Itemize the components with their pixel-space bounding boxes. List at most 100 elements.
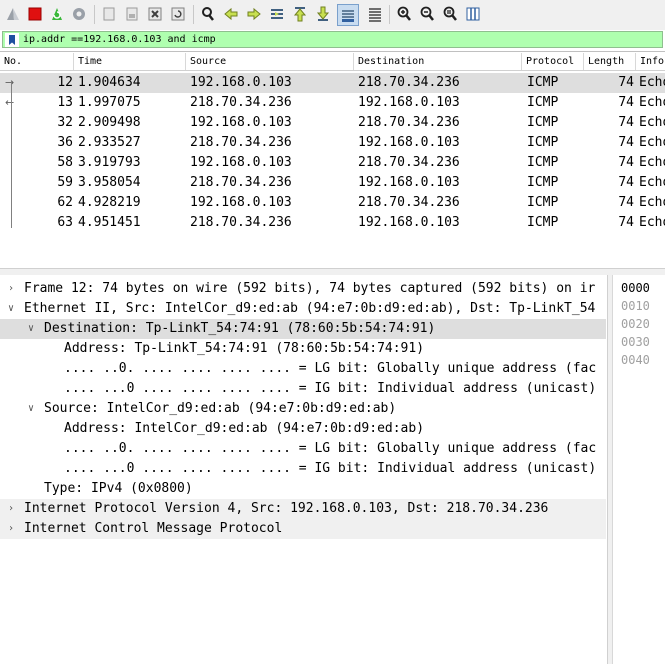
packet-row[interactable]: 62 4.928219 192.168.0.103 218.70.34.236 ICMP… — [0, 193, 665, 213]
packet-row[interactable]: 13 1.997075 218.70.34.236 192.168.0.103 ICMP… — [0, 93, 665, 113]
packet-row[interactable]: 32 2.909498 192.168.0.103 218.70.34.236 ICMP… — [0, 113, 665, 133]
bytes-offset: 0020 — [621, 317, 650, 331]
packet-source: 218.70.34.236 — [190, 175, 292, 190]
packet-time: 2.909498 — [78, 115, 141, 130]
options-gear-icon[interactable] — [70, 5, 88, 23]
column-header-no[interactable]: No. — [0, 53, 74, 70]
zoom-out-icon[interactable] — [418, 5, 436, 23]
packet-protocol: ICMP — [527, 155, 559, 170]
packet-destination: 192.168.0.103 — [358, 135, 460, 150]
detail-tree-item[interactable]: › Internet Protocol Version 4, Src: 192.1… — [0, 499, 606, 519]
packet-details: › Frame 12: 74 bytes on wire (592 bits), … — [0, 275, 608, 664]
packet-row[interactable]: 36 2.933527 218.70.34.236 192.168.0.103 ICMP… — [0, 133, 665, 153]
packet-time: 1.904634 — [78, 75, 141, 90]
zoom-normal-icon[interactable] — [441, 5, 459, 23]
stop-icon[interactable] — [26, 5, 44, 23]
packet-protocol: ICMP — [527, 135, 559, 150]
packet-info: Echo — [639, 175, 665, 190]
column-header-info[interactable]: Info — [636, 53, 665, 70]
detail-tree-label: Ethernet II, Src: IntelCor_d9:ed:ab (94:… — [24, 301, 596, 316]
packet-row[interactable]: 58 3.919793 192.168.0.103 218.70.34.236 ICMP… — [0, 153, 665, 173]
detail-tree-item[interactable]: › Internet Control Message Protocol — [0, 519, 606, 539]
collapsed-arrow-icon[interactable]: › — [4, 519, 18, 539]
detail-tree-item[interactable]: Type: IPv4 (0x0800) — [0, 479, 606, 499]
bytes-offset: 0030 — [621, 335, 650, 349]
detail-tree-item[interactable]: › Frame 12: 74 bytes on wire (592 bits), … — [0, 279, 606, 299]
packet-source: 218.70.34.236 — [190, 135, 292, 150]
packet-info: Echo — [639, 155, 665, 170]
detail-tree-item[interactable]: ∨ Ethernet II, Src: IntelCor_d9:ed:ab (94… — [0, 299, 606, 319]
first-packet-icon[interactable] — [291, 5, 309, 23]
auto-scroll-icon[interactable] — [337, 4, 359, 26]
detail-tree-item[interactable]: .... ...0 .... .... .... .... = IG bit: … — [0, 379, 606, 399]
filter-bookmark-icon[interactable] — [5, 33, 19, 47]
find-icon[interactable] — [199, 5, 217, 23]
collapsed-arrow-icon[interactable]: › — [4, 279, 18, 299]
request-arrow-icon: → — [5, 76, 15, 89]
collapsed-arrow-icon[interactable]: › — [4, 499, 18, 519]
last-packet-icon[interactable] — [314, 5, 332, 23]
open-file-icon[interactable] — [100, 5, 118, 23]
packet-source: 192.168.0.103 — [190, 75, 292, 90]
packet-list: No. Time Source Destination Protocol Len… — [0, 53, 665, 270]
detail-tree-item[interactable]: .... ..0. .... .... .... .... = LG bit: … — [0, 439, 606, 459]
packet-info: Echo — [639, 195, 665, 210]
packet-protocol: ICMP — [527, 95, 559, 110]
expanded-arrow-icon[interactable]: ∨ — [4, 299, 18, 319]
display-filter-input[interactable]: ip.addr ==192.168.0.103 and icmp — [2, 31, 663, 48]
detail-tree-label: .... ..0. .... .... .... .... = LG bit: … — [64, 361, 597, 376]
packet-destination: 218.70.34.236 — [358, 115, 460, 130]
column-header-destination[interactable]: Destination — [354, 53, 522, 70]
packet-info: Echo — [639, 115, 665, 130]
detail-tree-item[interactable]: .... ..0. .... .... .... .... = LG bit: … — [0, 359, 606, 379]
colorize-icon[interactable] — [366, 5, 384, 23]
detail-tree-item[interactable]: Address: Tp-LinkT_54:74:91 (78:60:5b:54:… — [0, 339, 606, 359]
detail-tree-label: Destination: Tp-LinkT_54:74:91 (78:60:5b… — [44, 321, 436, 336]
resize-columns-icon[interactable] — [464, 5, 482, 23]
packet-destination: 218.70.34.236 — [358, 155, 460, 170]
packet-row[interactable]: 12 1.904634 192.168.0.103 218.70.34.236 ICMP… — [0, 73, 665, 93]
packet-time: 1.997075 — [78, 95, 141, 110]
zoom-in-icon[interactable] — [395, 5, 413, 23]
toolbar-separator — [94, 5, 95, 24]
column-header-length[interactable]: Length — [584, 53, 636, 70]
reply-arrow-icon: ← — [5, 96, 15, 109]
detail-tree-item[interactable]: Address: IntelCor_d9:ed:ab (94:e7:0b:d9:… — [0, 419, 606, 439]
packet-time: 3.919793 — [78, 155, 141, 170]
go-forward-icon[interactable] — [245, 5, 263, 23]
go-to-packet-icon[interactable] — [268, 5, 286, 23]
packet-destination: 218.70.34.236 — [358, 75, 460, 90]
packet-time: 3.958054 — [78, 175, 141, 190]
packet-length: 74 — [618, 155, 634, 170]
packet-destination: 192.168.0.103 — [358, 175, 460, 190]
column-header-protocol[interactable]: Protocol — [522, 53, 584, 70]
expanded-arrow-icon[interactable]: ∨ — [24, 399, 38, 419]
packet-protocol: ICMP — [527, 75, 559, 90]
detail-tree-item[interactable]: .... ...0 .... .... .... .... = IG bit: … — [0, 459, 606, 479]
detail-tree-item[interactable]: ∨ Source: IntelCor_d9:ed:ab (94:e7:0b:d9:… — [0, 399, 606, 419]
shark-fin-icon[interactable] — [4, 5, 22, 23]
packet-protocol: ICMP — [527, 215, 559, 230]
packet-row[interactable]: 59 3.958054 218.70.34.236 192.168.0.103 ICMP… — [0, 173, 665, 193]
expanded-arrow-icon[interactable]: ∨ — [24, 319, 38, 339]
save-file-icon[interactable] — [123, 5, 141, 23]
bytes-offset: 0010 — [621, 299, 650, 313]
packet-source: 218.70.34.236 — [190, 95, 292, 110]
column-header-source[interactable]: Source — [186, 53, 354, 70]
detail-tree-label: .... ...0 .... .... .... .... = IG bit: … — [64, 461, 597, 476]
packet-row[interactable]: 63 4.951451 218.70.34.236 192.168.0.103 ICMP… — [0, 213, 665, 233]
packet-protocol: ICMP — [527, 175, 559, 190]
packet-info: Echo — [639, 95, 665, 110]
reload-file-icon[interactable] — [169, 5, 187, 23]
restart-icon[interactable] — [48, 5, 66, 23]
detail-tree-item[interactable]: ∨ Destination: Tp-LinkT_54:74:91 (78:60:5… — [0, 319, 606, 339]
column-header-time[interactable]: Time — [74, 53, 186, 70]
detail-tree-label: .... ...0 .... .... .... .... = IG bit: … — [64, 381, 597, 396]
display-filter-bar: ip.addr ==192.168.0.103 and icmp — [0, 30, 665, 52]
packet-time: 2.933527 — [78, 135, 141, 150]
packet-source: 192.168.0.103 — [190, 155, 292, 170]
packet-length: 74 — [618, 195, 634, 210]
packet-source: 192.168.0.103 — [190, 115, 292, 130]
close-file-icon[interactable] — [146, 5, 164, 23]
go-back-icon[interactable] — [222, 5, 240, 23]
